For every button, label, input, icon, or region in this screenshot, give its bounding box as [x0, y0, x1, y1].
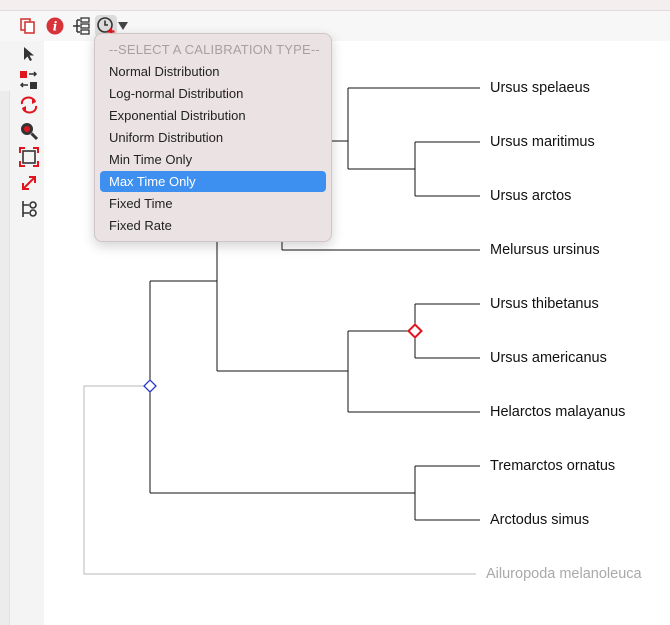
expand-icon[interactable]	[18, 173, 40, 193]
outgroup-label[interactable]: Ailuropoda melanoleuca	[486, 565, 642, 583]
svg-text:i: i	[53, 20, 58, 34]
leaf-label[interactable]: Ursus thibetanus	[490, 295, 599, 313]
calibration-type-menu: --SELECT A CALIBRATION TYPE-- Normal Dis…	[94, 33, 332, 242]
menu-item-fixed-rate[interactable]: Fixed Rate	[100, 215, 326, 236]
rotate-icon[interactable]	[18, 95, 40, 115]
leaf-label[interactable]: Ursus arctos	[490, 187, 571, 205]
menu-item-uniform-distribution[interactable]: Uniform Distribution	[100, 127, 326, 148]
calibration-node-marker	[407, 323, 423, 339]
menu-header: --SELECT A CALIBRATION TYPE--	[109, 42, 320, 57]
tree-settings-icon[interactable]	[18, 199, 40, 219]
menu-item-max-time-only[interactable]: Max Time Only	[100, 171, 326, 192]
menu-item-exponential-distribution[interactable]: Exponential Distribution	[100, 105, 326, 126]
leaf-label[interactable]: Ursus maritimus	[490, 133, 595, 151]
fit-to-window-icon[interactable]	[18, 147, 40, 167]
menu-item-normal-distribution[interactable]: Normal Distribution	[100, 61, 326, 82]
leaf-label[interactable]: Helarctos malayanus	[490, 403, 625, 421]
tool-sidebar	[0, 41, 44, 625]
leaf-label[interactable]: Melursus ursinus	[490, 241, 600, 259]
leaf-label[interactable]: Ursus spelaeus	[490, 79, 590, 97]
sidebar-panel-top	[0, 91, 10, 287]
menu-item-min-time-only[interactable]: Min Time Only	[100, 149, 326, 170]
swap-nodes-icon[interactable]	[18, 70, 40, 90]
sidebar-panel-bottom	[0, 266, 10, 625]
copy-icon[interactable]	[17, 15, 39, 37]
info-icon[interactable]: i	[44, 15, 66, 37]
outgroup-branch	[83, 385, 476, 575]
leaf-label[interactable]: Arctodus simus	[490, 511, 589, 529]
root-node-marker	[143, 379, 157, 393]
leaf-label[interactable]: Tremarctos ornatus	[490, 457, 615, 475]
menu-item-fixed-time[interactable]: Fixed Time	[100, 193, 326, 214]
zoom-icon[interactable]	[18, 121, 40, 141]
tree-layout-icon[interactable]	[70, 15, 92, 37]
leaf-label[interactable]: Ursus americanus	[490, 349, 607, 367]
menu-item-lognormal-distribution[interactable]: Log-normal Distribution	[100, 83, 326, 104]
select-pointer-icon[interactable]	[18, 44, 40, 64]
window-titlebar	[0, 0, 670, 11]
